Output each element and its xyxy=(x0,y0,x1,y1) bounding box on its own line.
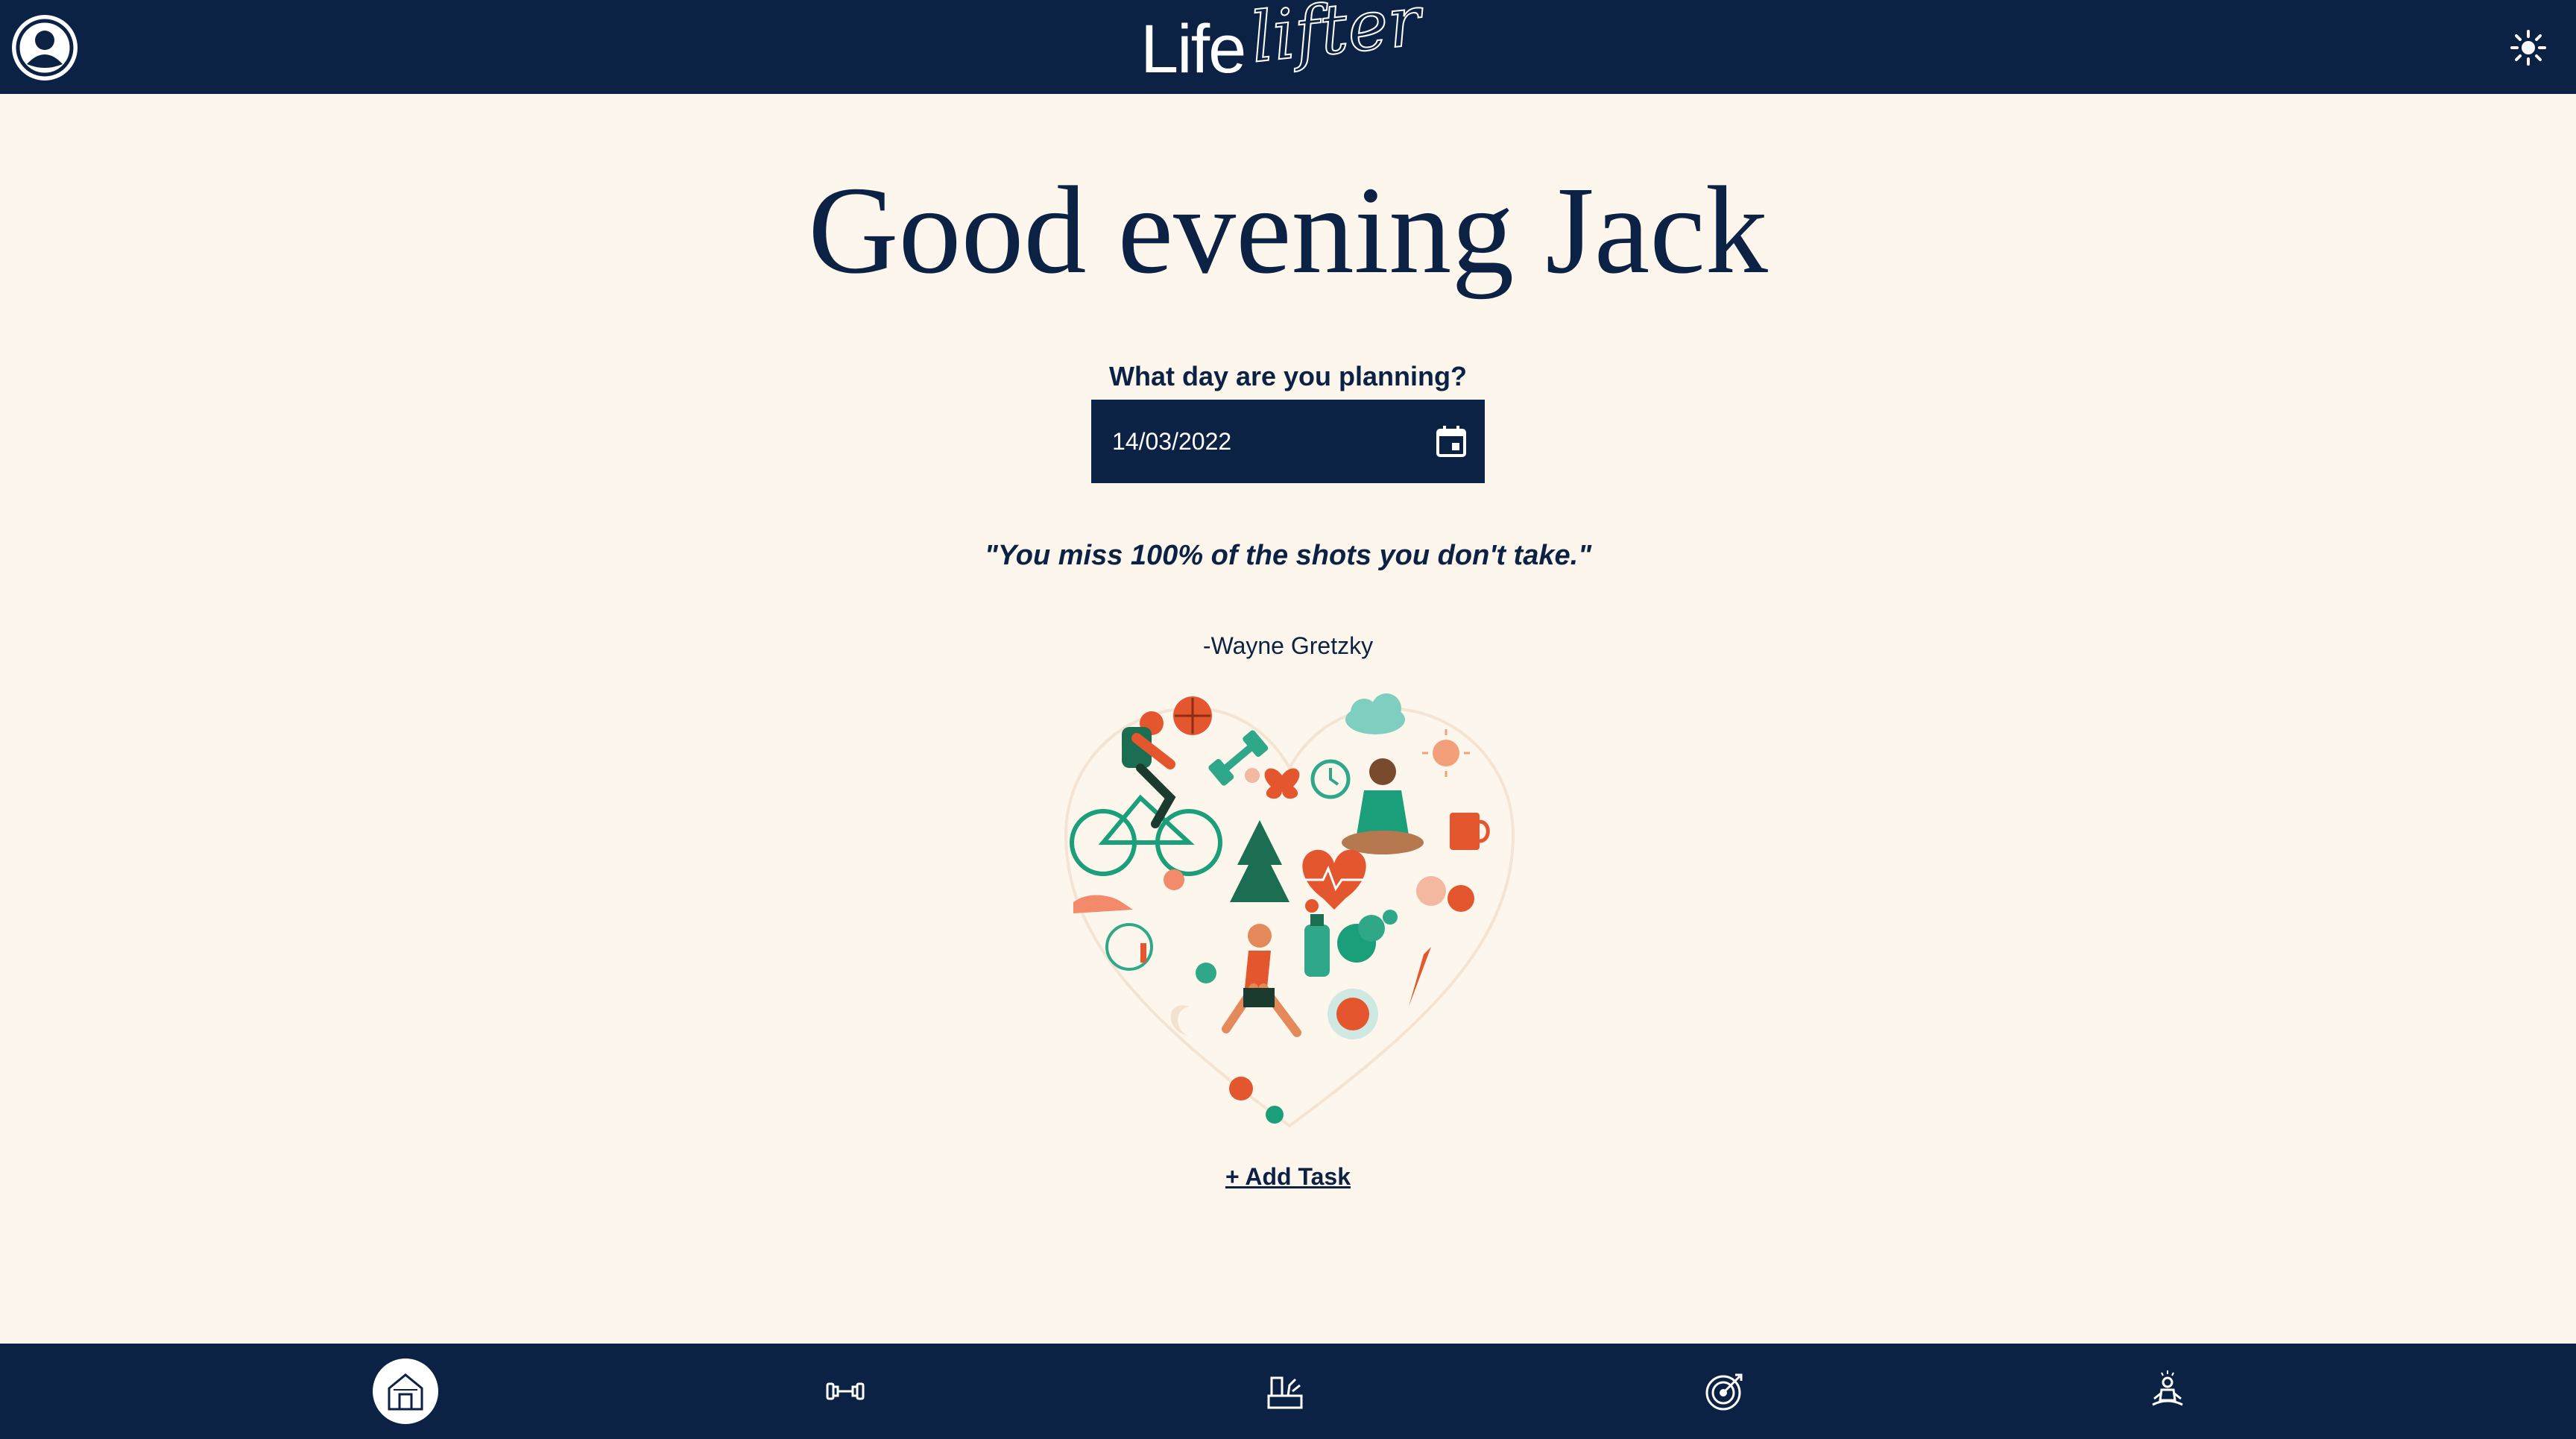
date-prompt-label: What day are you planning? xyxy=(1108,361,1468,391)
meditating-figure xyxy=(1342,758,1424,854)
logo-life-text: Life xyxy=(1140,11,1246,87)
calendar-icon[interactable] xyxy=(1436,425,1467,458)
profile-button[interactable] xyxy=(12,15,78,81)
app-logo: Life lifter xyxy=(1140,0,1446,94)
nav-home[interactable] xyxy=(373,1358,438,1424)
cyclist-figure xyxy=(1070,711,1222,876)
bottom-navigation xyxy=(0,1344,2576,1439)
date-value: 14/03/2022 xyxy=(1112,428,1232,455)
theme-toggle-button[interactable] xyxy=(2510,30,2546,66)
date-picker-input[interactable]: 14/03/2022 xyxy=(1091,400,1485,483)
sun-figure xyxy=(1433,740,1459,766)
sun-icon xyxy=(2510,30,2546,66)
runner-figure xyxy=(1222,924,1301,1037)
add-task-link[interactable]: + Add Task xyxy=(0,1163,2576,1191)
user-icon xyxy=(15,18,75,78)
dumbbell-icon xyxy=(826,1382,865,1400)
nav-fitness[interactable] xyxy=(812,1358,878,1424)
meditation-icon xyxy=(2152,1370,2183,1406)
motivational-quote: "You miss 100% of the shots you don't ta… xyxy=(984,540,1592,571)
nav-mindfulness[interactable] xyxy=(2135,1358,2200,1424)
target-icon xyxy=(1705,1373,1743,1411)
nav-nutrition[interactable] xyxy=(1252,1358,1318,1424)
sneaker-figure xyxy=(1073,895,1133,913)
home-icon xyxy=(388,1373,423,1411)
wellness-heart-illustration xyxy=(1064,693,1515,1128)
logo-lifter-text: lifter xyxy=(1246,0,1425,79)
water-bottle xyxy=(1304,925,1330,977)
tree-figure xyxy=(1230,820,1289,902)
top-bar: Life lifter xyxy=(0,0,2576,94)
nutrition-icon xyxy=(1267,1376,1303,1409)
greeting-heading: Good evening Jack xyxy=(808,161,1768,300)
quote-author: -Wayne Gretzky xyxy=(1202,632,1374,659)
nav-goals[interactable] xyxy=(1692,1358,1758,1424)
mug-figure xyxy=(1450,813,1480,850)
dumbbell-figure xyxy=(1208,730,1269,786)
